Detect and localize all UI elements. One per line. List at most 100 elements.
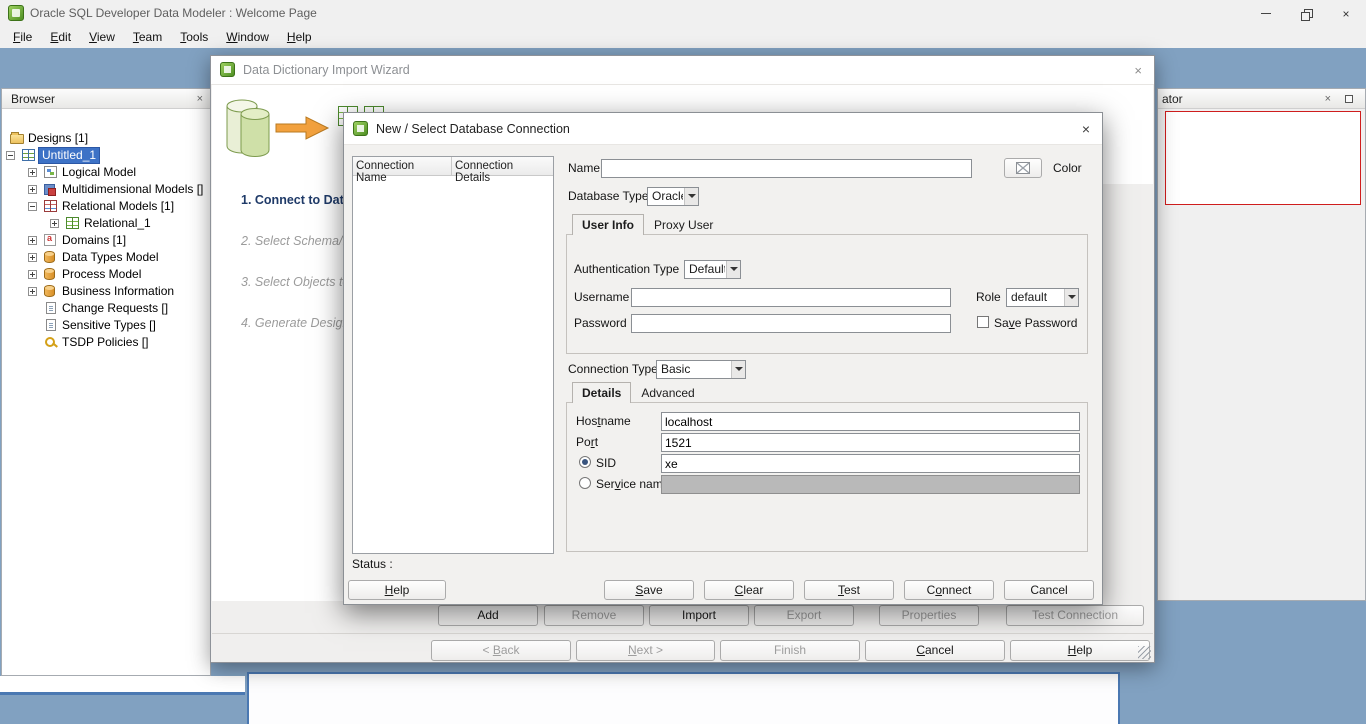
wizard-titlebar[interactable]: Data Dictionary Import Wizard × <box>211 56 1154 85</box>
export-connection-button[interactable]: Export <box>754 605 854 626</box>
sid-input[interactable] <box>661 454 1080 473</box>
tree-item-sensitive-types[interactable]: Sensitive Types [] <box>2 317 210 334</box>
tree-item-designs[interactable]: Designs [1] <box>2 130 210 147</box>
menu-edit[interactable]: Edit <box>41 27 80 48</box>
dialog-cancel-button[interactable]: Cancel <box>1004 580 1094 600</box>
username-input[interactable] <box>631 288 951 307</box>
expand-icon[interactable] <box>28 185 37 194</box>
domains-icon <box>44 233 56 246</box>
database-type-select[interactable]: Oracle <box>647 187 699 206</box>
test-connection-button[interactable]: Test Connection <box>1006 605 1144 626</box>
add-connection-button[interactable]: Add <box>438 605 538 626</box>
sid-radio[interactable] <box>579 456 591 468</box>
tree-item-logical-model[interactable]: Logical Model <box>2 164 210 181</box>
tree-item-domains[interactable]: Domains [1] <box>2 232 210 249</box>
wizard-close-button[interactable]: × <box>1134 56 1142 85</box>
navigator-restore-icon[interactable] <box>1345 95 1353 103</box>
password-input[interactable] <box>631 314 951 333</box>
wizard-cancel-button[interactable]: Cancel <box>865 640 1005 661</box>
wizard-separator <box>212 633 1153 634</box>
clear-button[interactable]: Clear <box>704 580 794 600</box>
menu-help[interactable]: Help <box>278 27 321 48</box>
menu-tools[interactable]: Tools <box>171 27 217 48</box>
tree-item-tsdp-policies[interactable]: TSDP Policies [] <box>2 334 210 351</box>
role-select[interactable]: default <box>1006 288 1079 307</box>
authentication-type-select[interactable]: Default <box>684 260 741 279</box>
expand-icon[interactable] <box>28 287 37 296</box>
expand-icon[interactable] <box>28 168 37 177</box>
expand-icon[interactable] <box>28 253 37 262</box>
minimize-icon <box>1261 13 1271 14</box>
color-label: Color <box>1053 161 1082 175</box>
tab-advanced[interactable]: Advanced <box>631 382 704 402</box>
expand-icon[interactable] <box>28 270 37 279</box>
sid-label: SID <box>596 456 617 470</box>
dropdown-arrow-icon <box>684 188 698 205</box>
minimize-button[interactable] <box>1246 0 1286 27</box>
tab-proxy-user[interactable]: Proxy User <box>644 214 723 234</box>
name-label: Name <box>568 161 601 175</box>
window-controls: × <box>1246 0 1366 27</box>
expand-icon[interactable] <box>50 219 59 228</box>
port-label: Port <box>576 435 599 449</box>
navigator-close-icon[interactable]: × <box>1325 89 1331 109</box>
menu-view[interactable]: View <box>80 27 124 48</box>
back-button[interactable]: < Back <box>431 640 571 661</box>
no-color-icon <box>1015 162 1030 174</box>
tree-item-business-information[interactable]: Business Information <box>2 283 210 300</box>
tab-user-info[interactable]: User Info <box>572 214 645 235</box>
name-input[interactable] <box>601 159 972 178</box>
hostname-input[interactable] <box>661 412 1080 431</box>
column-connection-name[interactable]: Connection Name <box>353 157 452 184</box>
service-name-label: Service name <box>596 477 670 491</box>
help-button[interactable]: Help <box>348 580 446 600</box>
menu-file[interactable]: File <box>4 27 41 48</box>
tree-item-change-requests[interactable]: Change Requests [] <box>2 300 210 317</box>
wizard-help-button[interactable]: Help <box>1010 640 1150 661</box>
connection-type-select[interactable]: Basic <box>656 360 746 379</box>
port-input[interactable] <box>661 433 1080 452</box>
expand-icon[interactable] <box>28 236 37 245</box>
column-connection-details[interactable]: Connection Details <box>452 157 553 184</box>
connect-button[interactable]: Connect <box>904 580 994 600</box>
tree-item-multidimensional-models[interactable]: Multidimensional Models [] <box>2 181 210 198</box>
folder-icon <box>10 132 24 144</box>
database-connection-dialog: New / Select Database Connection × Conne… <box>343 112 1103 605</box>
browser-tree: Designs [1] Untitled_1 Logical Model Mul… <box>2 109 210 675</box>
tree-item-relational-1[interactable]: Relational_1 <box>2 215 210 232</box>
properties-button[interactable]: Properties <box>879 605 979 626</box>
connection-dialog-close-button[interactable]: × <box>1082 113 1090 145</box>
color-picker-button[interactable] <box>1004 158 1042 178</box>
window-title: Oracle SQL Developer Data Modeler : Welc… <box>30 6 317 20</box>
navigator-panel-title: ator <box>1162 92 1183 106</box>
save-button[interactable]: Save <box>604 580 694 600</box>
database-type-label: Database Type <box>568 189 649 203</box>
finish-button[interactable]: Finish <box>720 640 860 661</box>
import-connection-button[interactable]: Import <box>649 605 749 626</box>
save-password-checkbox[interactable] <box>977 316 989 328</box>
user-tabs: User Info Proxy User <box>572 214 723 235</box>
next-button[interactable]: Next > <box>576 640 715 661</box>
resize-grip[interactable] <box>1138 646 1151 659</box>
tree-item-untitled-1[interactable]: Untitled_1 <box>2 147 210 164</box>
test-button[interactable]: Test <box>804 580 894 600</box>
hostname-label: Hostname <box>576 414 631 428</box>
connection-dialog-titlebar[interactable]: New / Select Database Connection × <box>344 113 1102 145</box>
tree-item-relational-models[interactable]: Relational Models [1] <box>2 198 210 215</box>
restore-button[interactable] <box>1286 0 1326 27</box>
collapse-icon[interactable] <box>6 151 15 160</box>
remove-connection-button[interactable]: Remove <box>544 605 644 626</box>
close-button[interactable]: × <box>1326 0 1366 27</box>
connection-list[interactable]: Connection Name Connection Details <box>352 156 554 554</box>
multidimensional-icon <box>44 184 56 196</box>
menu-window[interactable]: Window <box>217 27 278 48</box>
dropdown-arrow-icon <box>731 361 745 378</box>
service-name-radio[interactable] <box>579 477 591 489</box>
browser-close-icon[interactable]: × <box>197 89 203 109</box>
tab-details[interactable]: Details <box>572 382 632 403</box>
tree-item-process-model[interactable]: Process Model <box>2 266 210 283</box>
wizard-step-4: 4. Generate Design. <box>241 316 353 330</box>
tree-item-data-types-model[interactable]: Data Types Model <box>2 249 210 266</box>
menu-team[interactable]: Team <box>124 27 171 48</box>
collapse-icon[interactable] <box>28 202 37 211</box>
